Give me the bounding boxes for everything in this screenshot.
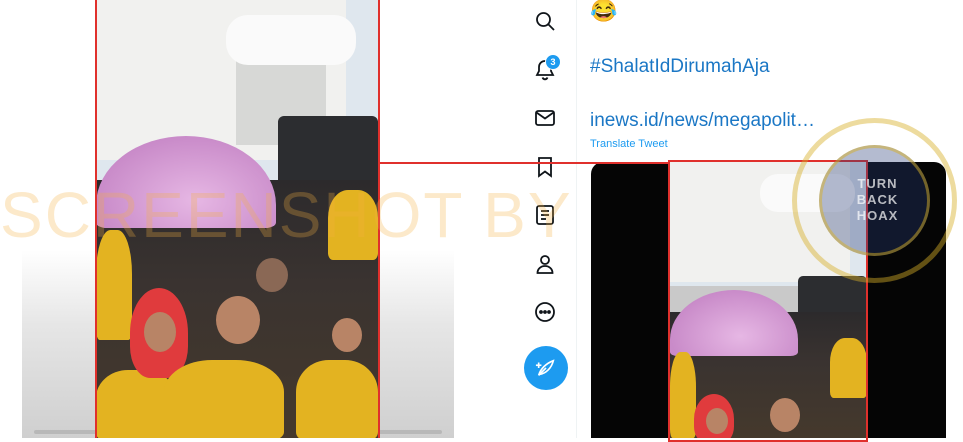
video-person bbox=[830, 338, 867, 398]
laughing-emoji: 😂 bbox=[590, 0, 618, 23]
notification-badge: 3 bbox=[545, 54, 561, 70]
article-link[interactable]: inews.id/news/megapolit… bbox=[590, 110, 815, 132]
profile-icon[interactable] bbox=[533, 252, 557, 276]
search-icon[interactable] bbox=[533, 9, 557, 33]
video-person bbox=[332, 318, 362, 352]
video-person bbox=[96, 230, 132, 340]
video-person bbox=[144, 312, 176, 352]
compose-tweet-button[interactable] bbox=[524, 346, 568, 390]
video-person bbox=[256, 258, 288, 292]
bookmark-icon[interactable] bbox=[533, 155, 557, 179]
video-person bbox=[770, 398, 800, 432]
highlight-connector-line bbox=[378, 162, 670, 164]
translate-tweet-link[interactable]: Translate Tweet bbox=[590, 138, 668, 150]
tweet-video-frame[interactable] bbox=[670, 162, 867, 438]
video-umbrella bbox=[670, 290, 798, 356]
compose-tweet-icon bbox=[535, 359, 555, 376]
video-person bbox=[706, 408, 728, 434]
video-person bbox=[216, 296, 260, 344]
left-video-panel bbox=[0, 0, 513, 438]
video-person bbox=[670, 352, 696, 438]
list-icon[interactable] bbox=[533, 203, 557, 227]
video-building-cylinder bbox=[760, 174, 855, 212]
video-person bbox=[296, 360, 378, 438]
hashtag-link[interactable]: #ShalatIdDirumahAja bbox=[590, 56, 770, 78]
video-person bbox=[328, 190, 378, 260]
more-icon[interactable] bbox=[533, 300, 557, 324]
left-video-frame[interactable] bbox=[96, 0, 378, 438]
mail-icon[interactable] bbox=[533, 106, 557, 130]
video-person bbox=[164, 360, 284, 438]
video-building-cylinder bbox=[226, 15, 356, 65]
